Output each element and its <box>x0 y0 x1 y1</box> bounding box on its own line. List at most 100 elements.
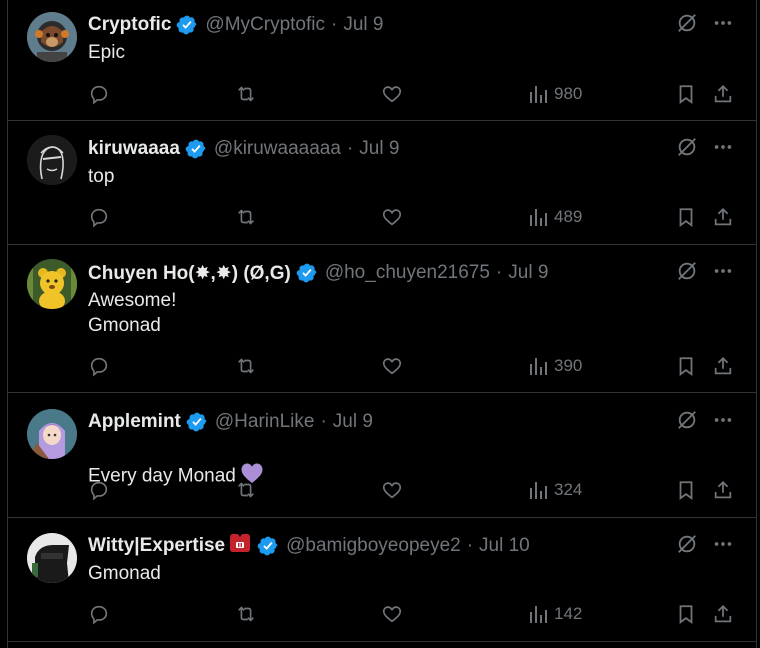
reply-button[interactable] <box>88 82 110 106</box>
tweet[interactable]: Chuyen Ho(✸,✸) (Ø,G) @ho_chuyen21675 · J… <box>8 245 756 393</box>
share-button[interactable] <box>712 205 734 229</box>
bookmark-button[interactable] <box>675 602 697 626</box>
timestamp[interactable]: Jul 9 <box>343 14 383 36</box>
more-icon[interactable] <box>712 12 734 39</box>
timestamp[interactable]: Jul 9 <box>359 138 399 160</box>
views-icon <box>530 606 547 623</box>
red-badge-icon <box>228 531 252 561</box>
avatar[interactable] <box>27 135 77 185</box>
timestamp[interactable]: Jul 9 <box>333 411 373 433</box>
user-handle[interactable]: @ho_chuyen21675 <box>325 262 490 284</box>
bookmark-button[interactable] <box>675 205 697 229</box>
like-button[interactable] <box>381 205 403 229</box>
tweet-actions: 980 <box>88 82 736 106</box>
like-button[interactable] <box>381 82 403 106</box>
like-icon <box>382 606 402 623</box>
grok-icon[interactable] <box>676 260 698 287</box>
tweet-actions: 142 <box>88 602 736 626</box>
more-icon[interactable] <box>712 136 734 163</box>
share-button[interactable] <box>712 602 734 626</box>
retweet-icon <box>238 86 254 102</box>
avatar[interactable] <box>27 259 77 309</box>
like-icon <box>382 482 402 499</box>
views-count: 489 <box>554 207 583 226</box>
grok-icon[interactable] <box>676 409 698 436</box>
tweet[interactable]: kiruwaaaa @kiruwaaaaaa · Jul 9 top 489 <box>8 121 756 245</box>
retweet-icon <box>238 358 254 374</box>
more-icon[interactable] <box>712 533 734 560</box>
display-name[interactable]: Chuyen Ho(✸,✸) (Ø,G) <box>88 262 291 285</box>
bookmark-icon <box>679 481 693 500</box>
retweet-button[interactable] <box>234 82 258 106</box>
reply-button[interactable] <box>88 205 110 229</box>
views-button[interactable]: 489 <box>528 205 582 229</box>
dog-astronaut-avatar-icon <box>27 12 77 62</box>
reply-icon <box>90 605 108 625</box>
like-button[interactable] <box>381 602 403 626</box>
verified-badge-icon <box>186 411 208 433</box>
tweet-header: Applemint @HarinLike · Jul 9 <box>88 409 646 435</box>
tweet-top-icons <box>676 533 734 560</box>
timestamp[interactable]: Jul 10 <box>479 535 530 557</box>
tweet[interactable]: Applemint @HarinLike · Jul 9 Every day M… <box>8 393 756 518</box>
like-icon <box>382 86 402 103</box>
more-icon[interactable] <box>712 260 734 287</box>
avatar[interactable] <box>27 12 77 62</box>
like-button[interactable] <box>381 478 403 502</box>
like-button[interactable] <box>381 354 403 378</box>
share-icon <box>714 604 732 623</box>
separator: · <box>320 411 327 432</box>
views-button[interactable]: 390 <box>528 354 582 378</box>
grok-icon[interactable] <box>676 533 698 560</box>
bookmark-button[interactable] <box>675 82 697 106</box>
separator: · <box>466 535 474 556</box>
views-count: 980 <box>554 84 583 103</box>
dark-character-avatar-icon <box>27 533 77 583</box>
user-handle[interactable]: @kiruwaaaaaa <box>214 138 341 160</box>
bookmark-button[interactable] <box>675 478 697 502</box>
timestamp[interactable]: Jul 9 <box>508 262 548 284</box>
reply-icon <box>90 481 108 501</box>
display-name[interactable]: kiruwaaaa <box>88 138 180 160</box>
bookmark-icon <box>679 357 693 376</box>
views-icon <box>530 209 547 226</box>
share-icon <box>714 480 732 499</box>
display-name[interactable]: Witty|Expertise <box>88 535 225 557</box>
user-handle[interactable]: @MyCryptofic <box>205 14 325 36</box>
retweet-button[interactable] <box>234 602 258 626</box>
reply-button[interactable] <box>88 354 110 378</box>
line-art-face-avatar-icon <box>27 135 77 185</box>
tweet-text: top <box>88 166 115 187</box>
share-icon <box>714 356 732 375</box>
avatar[interactable] <box>27 533 77 583</box>
retweet-button[interactable] <box>234 205 258 229</box>
more-icon[interactable] <box>712 409 734 436</box>
avatar[interactable] <box>27 409 77 459</box>
share-button[interactable] <box>712 478 734 502</box>
views-button[interactable]: 142 <box>528 602 582 626</box>
views-button[interactable]: 980 <box>528 82 582 106</box>
user-handle[interactable]: @HarinLike <box>215 411 315 433</box>
views-icon <box>530 86 547 103</box>
grok-icon[interactable] <box>676 12 698 39</box>
bookmark-icon <box>679 208 693 227</box>
display-name[interactable]: Applemint <box>88 411 181 433</box>
bookmark-button[interactable] <box>675 354 697 378</box>
anime-girl-avatar-icon <box>27 409 77 459</box>
display-name[interactable]: Cryptofic <box>88 14 171 36</box>
retweet-button[interactable] <box>234 354 258 378</box>
retweet-button[interactable] <box>234 478 258 502</box>
share-button[interactable] <box>712 82 734 106</box>
share-button[interactable] <box>712 354 734 378</box>
reply-button[interactable] <box>88 478 110 502</box>
reply-button[interactable] <box>88 602 110 626</box>
separator: · <box>495 262 503 283</box>
tweet[interactable]: Witty|Expertise @bamigboyeopeye2 · Jul 1… <box>8 518 756 642</box>
tweet-header: kiruwaaaa @kiruwaaaaaa · Jul 9 <box>88 136 646 162</box>
grok-icon[interactable] <box>676 136 698 163</box>
views-button[interactable]: 324 <box>528 478 582 502</box>
tweet-feed: Cryptofic @MyCryptofic · Jul 9 Epic 980 <box>7 0 757 648</box>
tweet[interactable]: Cryptofic @MyCryptofic · Jul 9 Epic 980 <box>8 0 756 121</box>
verified-badge-icon <box>185 138 207 160</box>
user-handle[interactable]: @bamigboyeopeye2 <box>286 535 461 557</box>
